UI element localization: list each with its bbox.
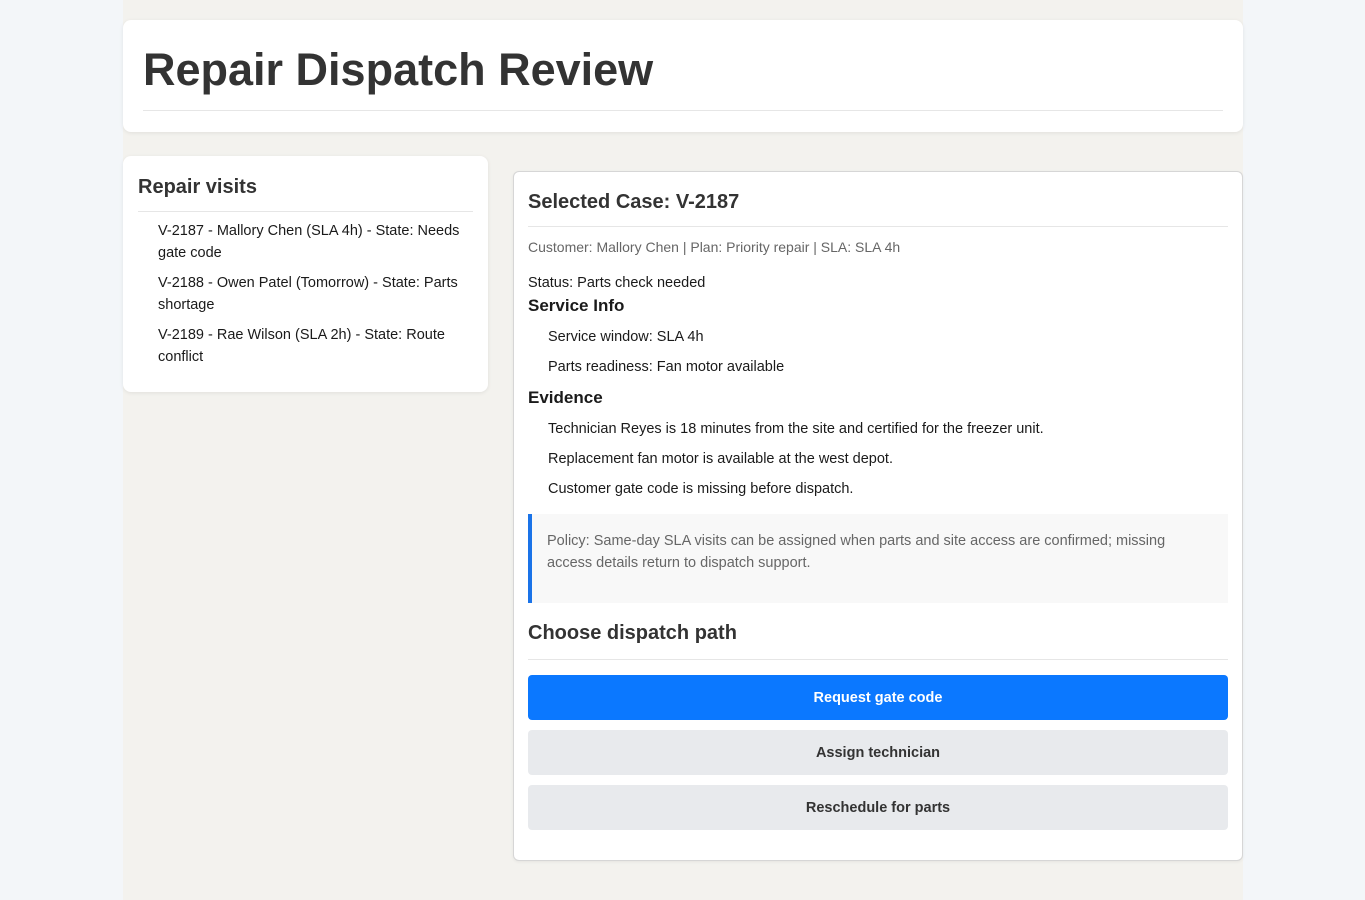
- page-title: Repair Dispatch Review: [143, 20, 1223, 111]
- case-meta: Customer: Mallory Chen | Plan: Priority …: [528, 239, 901, 255]
- visit-item-v-2188[interactable]: V-2188 - Owen Patel (Tomorrow) - State: …: [158, 272, 473, 316]
- repair-visits-list: V-2187 - Mallory Chen (SLA 4h) - State: …: [138, 212, 473, 368]
- reschedule-for-parts-button[interactable]: Reschedule for parts: [528, 785, 1228, 830]
- service-info-item: Parts readiness: Fan motor available: [548, 359, 785, 375]
- evidence-item: Customer gate code is missing before dis…: [548, 481, 854, 497]
- service-info-heading: Service Info: [528, 296, 625, 315]
- visit-item-v-2189[interactable]: V-2189 - Rae Wilson (SLA 2h) - State: Ro…: [158, 324, 473, 368]
- repair-visits-panel: Repair visits V-2187 - Mallory Chen (SLA…: [123, 156, 488, 392]
- case-title: Selected Case: V-2187: [528, 172, 1228, 227]
- evidence-item: Technician Reyes is 18 minutes from the …: [548, 421, 1044, 437]
- policy-callout: Policy: Same-day SLA visits can be assig…: [528, 514, 1228, 603]
- evidence-heading: Evidence: [528, 388, 603, 407]
- repair-visits-title: Repair visits: [138, 156, 473, 212]
- dispatch-path-heading: Choose dispatch path: [528, 603, 1228, 660]
- case-status: Status: Parts check needed: [528, 275, 706, 291]
- header: Repair Dispatch Review: [123, 20, 1243, 132]
- visit-item-v-2187[interactable]: V-2187 - Mallory Chen (SLA 4h) - State: …: [158, 220, 473, 264]
- request-gate-code-button[interactable]: Request gate code: [528, 675, 1228, 720]
- service-info-item: Service window: SLA 4h: [548, 329, 704, 345]
- evidence-list: Technician Reyes is 18 minutes from the …: [528, 419, 1228, 499]
- service-info-list: Service window: SLA 4h Parts readiness: …: [528, 327, 1228, 377]
- evidence-item: Replacement fan motor is available at th…: [548, 451, 893, 467]
- selected-case-panel: Selected Case: V-2187 Customer: Mallory …: [513, 171, 1243, 861]
- assign-technician-button[interactable]: Assign technician: [528, 730, 1228, 775]
